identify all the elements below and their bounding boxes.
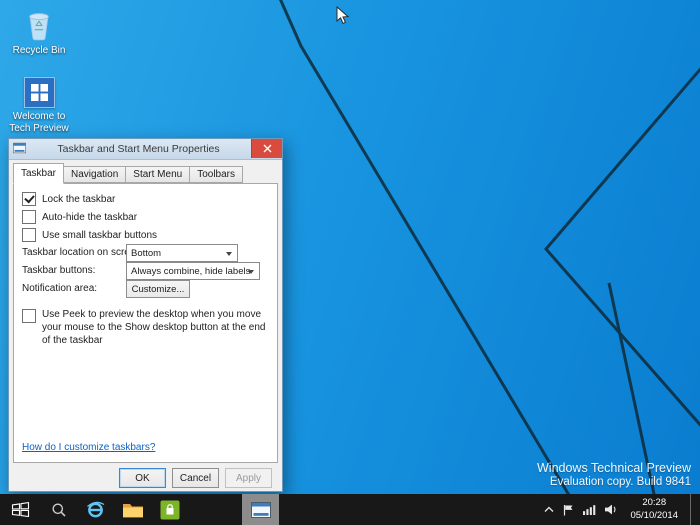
- taskbar-properties-dialog: Taskbar and Start Menu Properties Taskba…: [8, 138, 283, 492]
- taskbar: 20:28 05/10/2014: [0, 494, 700, 525]
- volume-icon[interactable]: [605, 504, 618, 515]
- file-explorer-button[interactable]: [114, 494, 151, 525]
- close-button[interactable]: [251, 139, 282, 158]
- taskbar-location-dropdown[interactable]: Bottom: [126, 244, 238, 262]
- windows-logo-icon: [11, 501, 30, 518]
- taskbar-properties-window-button[interactable]: [242, 494, 279, 525]
- close-icon: [263, 144, 272, 153]
- cancel-button[interactable]: Cancel: [172, 468, 219, 488]
- store-button[interactable]: [151, 494, 188, 525]
- dropdown-value: Always combine, hide labels: [131, 266, 250, 277]
- notification-area-label: Notification area:: [22, 280, 97, 298]
- watermark-line2: Evaluation copy. Build 9841: [537, 476, 691, 488]
- dialog-window-icon: [13, 142, 26, 157]
- network-icon[interactable]: [583, 505, 596, 515]
- chevron-down-icon: [226, 252, 232, 256]
- recycle-bin-icon: [6, 8, 72, 42]
- taskbar-clock[interactable]: 20:28 05/10/2014: [627, 497, 681, 522]
- option-row: Lock the taskbar: [22, 192, 115, 206]
- peek-label: Use Peek to preview the desktop when you…: [42, 308, 276, 347]
- option-row: Use small taskbar buttons: [22, 228, 157, 242]
- tab-start-menu[interactable]: Start Menu: [125, 166, 190, 183]
- tab-navigation[interactable]: Navigation: [63, 166, 126, 183]
- dialog-titlebar[interactable]: Taskbar and Start Menu Properties: [9, 139, 282, 160]
- dropdown-value: Bottom: [131, 248, 161, 259]
- search-button[interactable]: [40, 494, 77, 525]
- windows-tile-icon: [24, 77, 55, 108]
- desktop-icon-label: Recycle Bin: [6, 45, 72, 57]
- ok-button[interactable]: OK: [119, 468, 166, 488]
- peek-option-row: Use Peek to preview the desktop when you…: [22, 308, 276, 347]
- clock-date: 05/10/2014: [630, 510, 678, 522]
- system-tray: 20:28 05/10/2014: [544, 494, 700, 525]
- checkbox-label: Use small taskbar buttons: [42, 230, 157, 241]
- search-icon: [51, 502, 67, 518]
- internet-explorer-button[interactable]: [77, 494, 114, 525]
- properties-window-icon: [251, 502, 271, 518]
- taskbar-buttons-dropdown[interactable]: Always combine, hide labels: [126, 262, 260, 280]
- desktop-icon-welcome-tech-preview[interactable]: Welcome to Tech Preview: [6, 74, 72, 134]
- desktop-icon-recycle-bin[interactable]: Recycle Bin: [6, 8, 72, 57]
- checkbox-use-peek[interactable]: [22, 309, 36, 323]
- checkbox-label: Auto-hide the taskbar: [42, 212, 137, 223]
- customize-button[interactable]: Customize...: [126, 280, 190, 298]
- checkbox-label: Lock the taskbar: [42, 194, 115, 205]
- desktop-icon-label: Welcome to Tech Preview: [6, 111, 72, 134]
- taskbar-buttons-label: Taskbar buttons:: [22, 262, 95, 280]
- tab-page-taskbar: Lock the taskbar Auto-hide the taskbar U…: [13, 183, 278, 463]
- action-center-flag-icon[interactable]: [563, 504, 574, 516]
- store-icon: [160, 500, 180, 520]
- start-button[interactable]: [0, 494, 40, 525]
- checkbox-auto-hide-taskbar[interactable]: [22, 210, 36, 224]
- evaluation-watermark: Windows Technical Preview Evaluation cop…: [537, 461, 691, 488]
- checkbox-lock-the-taskbar[interactable]: [22, 192, 36, 206]
- customize-taskbars-help-link[interactable]: How do I customize taskbars?: [22, 442, 155, 453]
- chevron-down-icon: [248, 270, 254, 274]
- folder-icon: [122, 501, 144, 519]
- show-desktop-button[interactable]: [690, 494, 697, 525]
- tab-toolbars[interactable]: Toolbars: [189, 166, 243, 183]
- tab-taskbar[interactable]: Taskbar: [13, 163, 64, 184]
- clock-time: 20:28: [630, 497, 678, 509]
- dialog-tab-strip: Taskbar Navigation Start Menu Toolbars: [13, 163, 242, 183]
- hidden-icons-chevron-icon[interactable]: [544, 506, 554, 513]
- watermark-line1: Windows Technical Preview: [537, 461, 691, 475]
- checkbox-small-taskbar-buttons[interactable]: [22, 228, 36, 242]
- screen: Recycle Bin Welcome to Tech Preview Wind…: [0, 0, 700, 525]
- dialog-title: Taskbar and Start Menu Properties: [29, 139, 248, 159]
- apply-button: Apply: [225, 468, 272, 488]
- internet-explorer-icon: [85, 499, 106, 520]
- option-row: Auto-hide the taskbar: [22, 210, 137, 224]
